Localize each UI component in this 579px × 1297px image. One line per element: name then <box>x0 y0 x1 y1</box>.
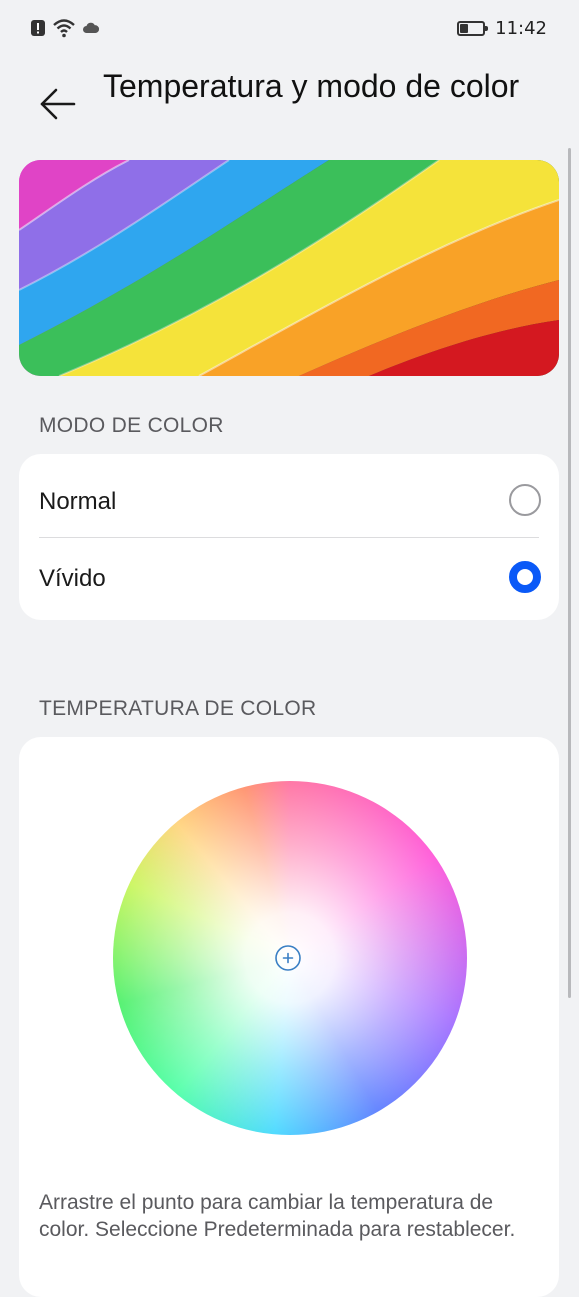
battery-level-fill <box>460 24 469 33</box>
page-title: Temperatura y modo de color <box>103 68 520 104</box>
status-time: 11:42 <box>495 18 547 39</box>
color-wheel-handle[interactable] <box>275 945 301 971</box>
back-button[interactable] <box>38 84 78 124</box>
option-normal[interactable]: Normal <box>19 461 559 538</box>
color-mode-card: Normal Vívido <box>19 454 559 620</box>
status-icons-right: 11:42 <box>457 18 547 39</box>
crosshair-icon <box>275 945 301 971</box>
color-temperature-hint: Arrastre el punto para cambiar la temper… <box>39 1191 516 1241</box>
back-arrow-icon <box>40 88 76 120</box>
status-icons-left <box>30 18 100 38</box>
section-title-color-temperature: TEMPERATURA DE COLOR <box>39 697 317 720</box>
color-banner-image <box>19 160 559 376</box>
status-bar: 11:42 <box>0 0 579 58</box>
section-title-color-mode: MODO DE COLOR <box>39 414 224 437</box>
page-header: Temperatura y modo de color <box>0 58 579 158</box>
cloud-icon <box>83 22 100 33</box>
option-vivid[interactable]: Vívido <box>19 538 559 615</box>
option-normal-label: Normal <box>39 488 117 515</box>
wifi-icon <box>53 19 75 38</box>
radio-vivid[interactable] <box>509 561 541 593</box>
radio-normal[interactable] <box>509 484 541 516</box>
option-vivid-label: Vívido <box>39 565 106 592</box>
alert-icon <box>31 20 45 36</box>
battery-icon <box>457 21 489 36</box>
color-temperature-card: Arrastre el punto para cambiar la temper… <box>19 737 559 1297</box>
scrollbar[interactable] <box>568 148 571 998</box>
